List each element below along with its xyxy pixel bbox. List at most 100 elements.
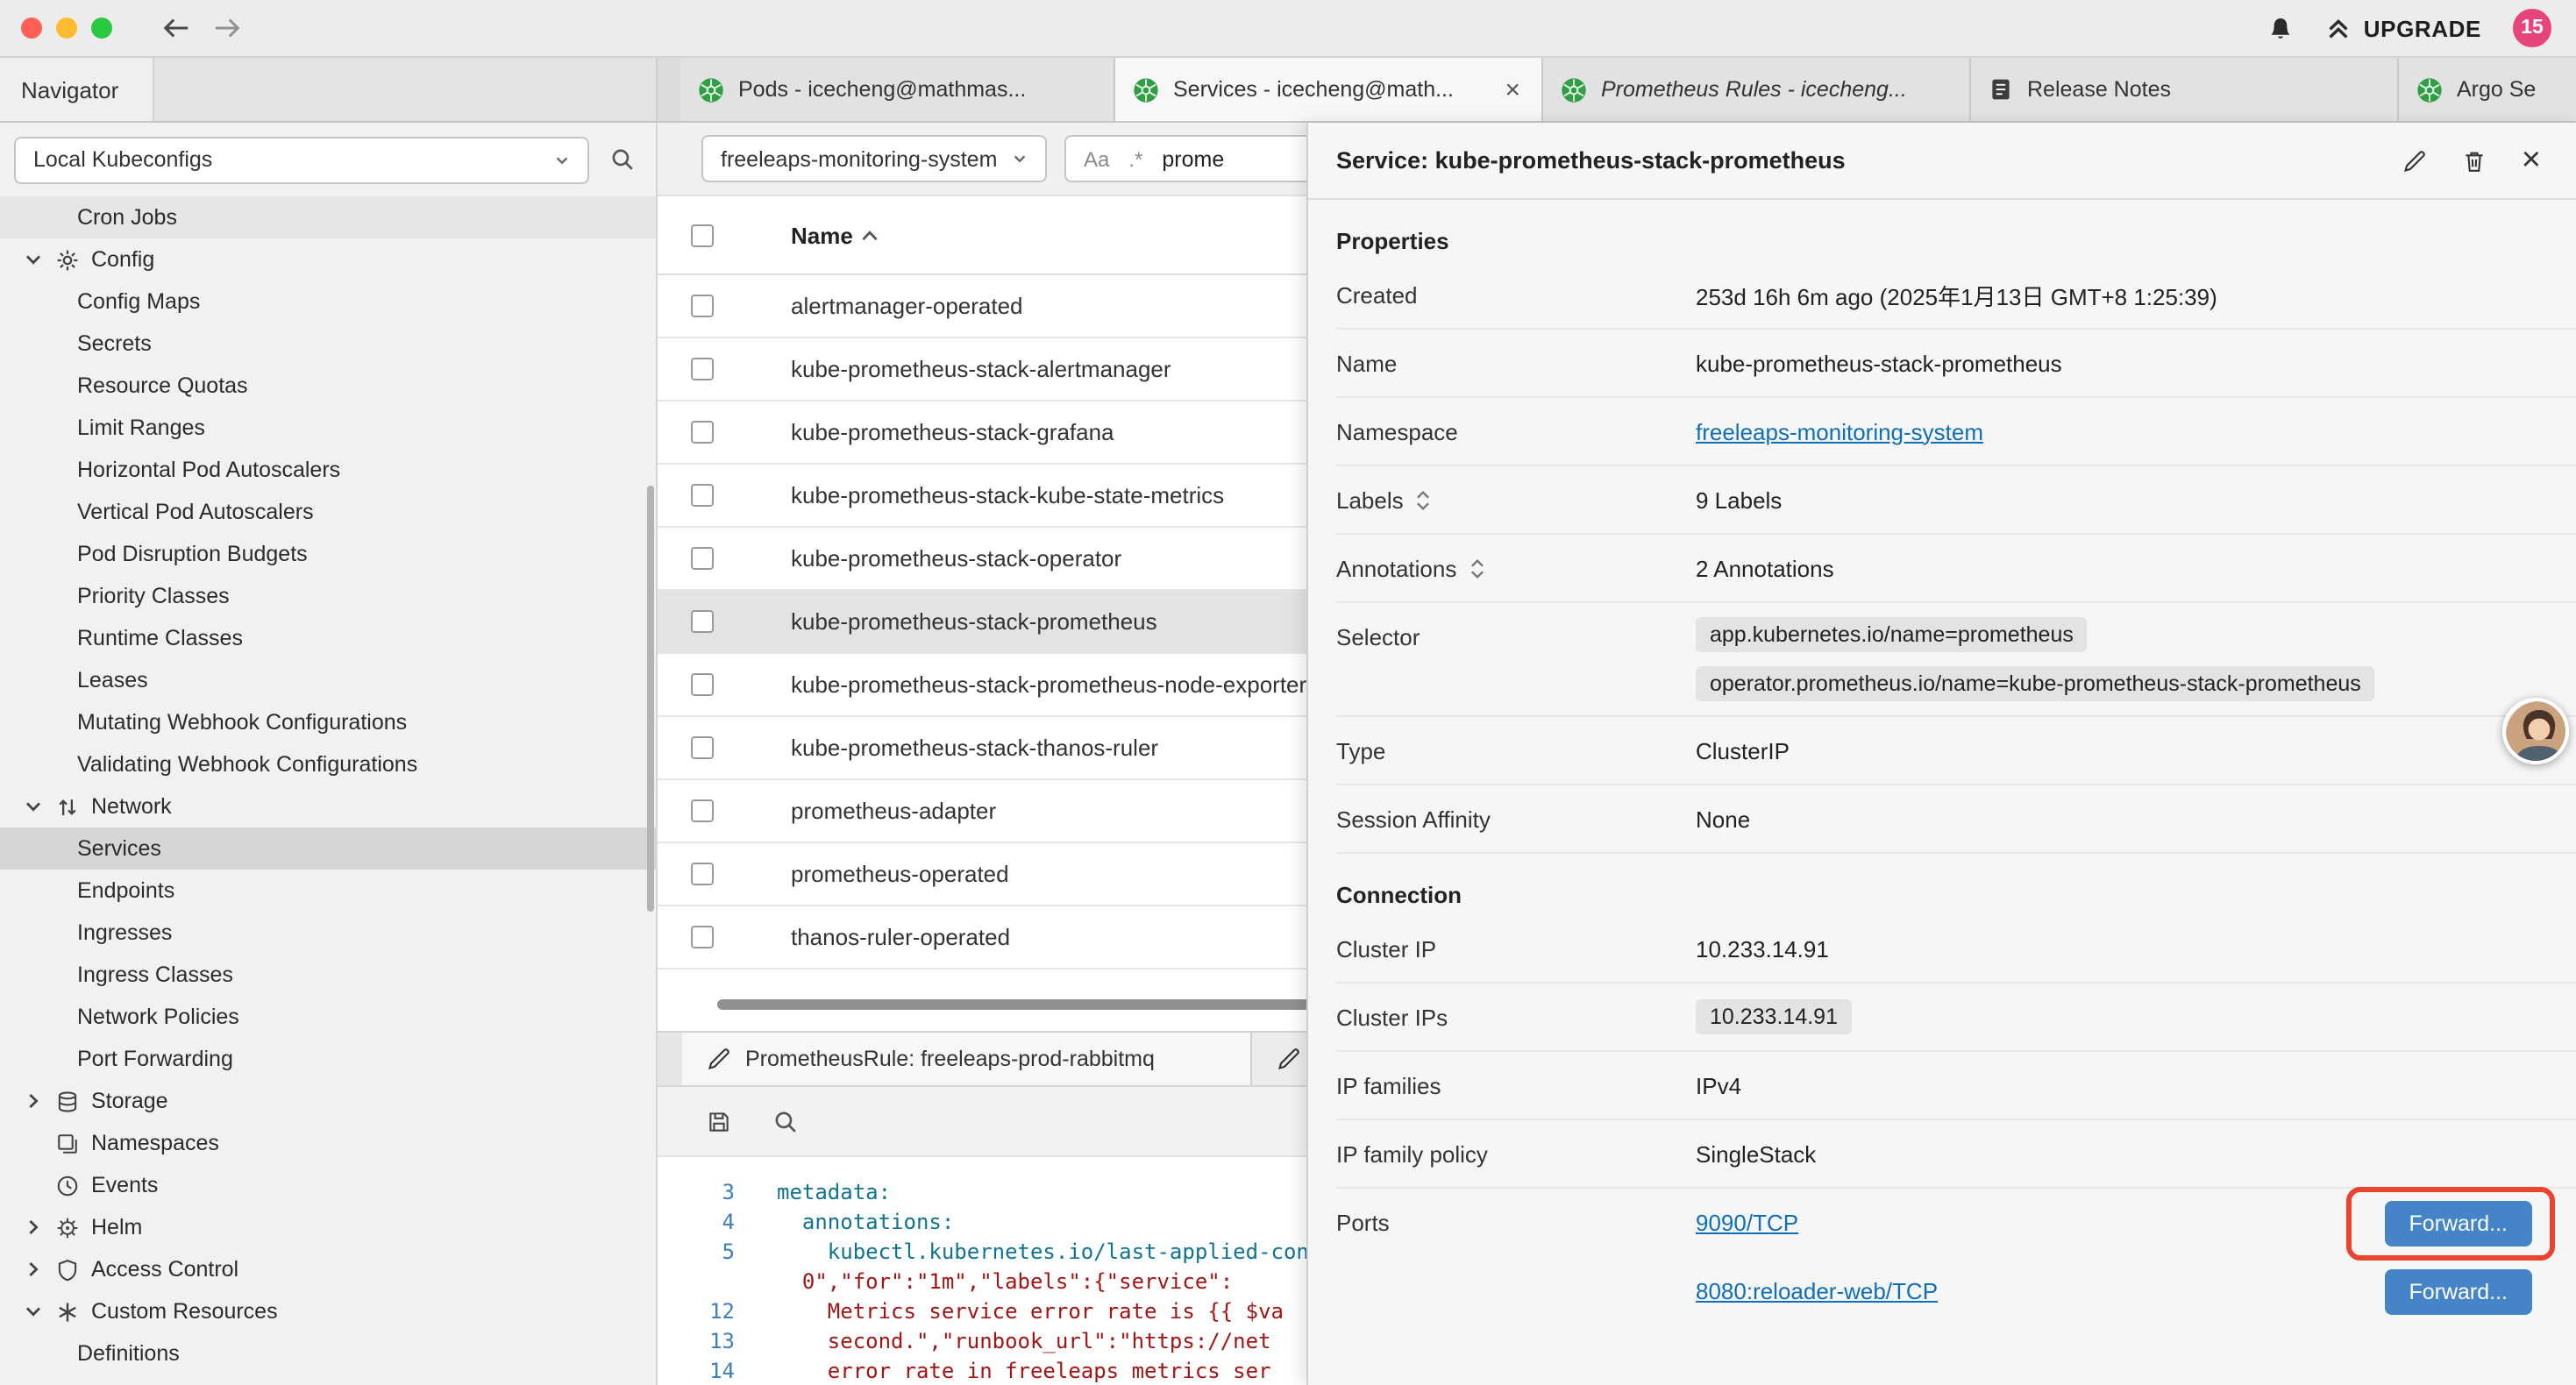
sidebar-item-services[interactable]: Services xyxy=(0,827,656,870)
sidebar-item-access-control[interactable]: Access Control xyxy=(0,1248,656,1290)
sidebar-item-port-forwarding[interactable]: Port Forwarding xyxy=(0,1038,656,1080)
sidebar-item-label: Custom Resources xyxy=(91,1299,278,1324)
row-checkbox[interactable] xyxy=(691,926,714,948)
chevron-down-icon[interactable] xyxy=(25,798,42,815)
chevron-right-icon[interactable] xyxy=(25,1218,42,1236)
chevron-down-icon[interactable] xyxy=(25,251,42,268)
sidebar-item-network[interactable]: Network xyxy=(0,785,656,827)
line-number xyxy=(658,1268,735,1297)
sort-ascending-icon[interactable] xyxy=(862,229,879,241)
sidebar-item-secrets[interactable]: Secrets xyxy=(0,323,656,365)
close-tab-icon[interactable]: × xyxy=(1501,75,1524,104)
sidebar-item-horizontal-pod-autoscalers[interactable]: Horizontal Pod Autoscalers xyxy=(0,449,656,491)
sidebar-item-ingress-classes[interactable]: Ingress Classes xyxy=(0,954,656,996)
sidebar-item-config-maps[interactable]: Config Maps xyxy=(0,281,656,323)
fullscreen-window-button[interactable] xyxy=(91,18,112,39)
tab-label: Pods - icecheng@mathmas... xyxy=(738,77,1096,102)
row-checkbox[interactable] xyxy=(691,547,714,570)
sidebar-item-label: Pod Disruption Budgets xyxy=(77,542,308,566)
sidebar-item-leases[interactable]: Leases xyxy=(0,659,656,701)
tab-prometheus-rules-icecheng[interactable]: Prometheus Rules - icecheng... xyxy=(1543,58,1971,121)
editor-search-icon[interactable] xyxy=(773,1109,798,1133)
sidebar-item-runtime-classes[interactable]: Runtime Classes xyxy=(0,617,656,659)
sidebar-item-storage[interactable]: Storage xyxy=(0,1080,656,1122)
port-link[interactable]: 8080:reloader-web/TCP xyxy=(1696,1278,1938,1304)
tab-release-notes[interactable]: Release Notes xyxy=(1971,58,2399,121)
sidebar-item-validating-webhook-configurations[interactable]: Validating Webhook Configurations xyxy=(0,743,656,785)
sort-toggle-icon[interactable] xyxy=(1416,488,1432,511)
forward-button[interactable] xyxy=(212,16,242,40)
notification-count-badge[interactable]: 15 xyxy=(2513,9,2551,47)
chevron-down-icon[interactable] xyxy=(25,1303,42,1320)
namespace-link[interactable]: freeleaps-monitoring-system xyxy=(1696,418,1983,444)
sidebar-item-priority-classes[interactable]: Priority Classes xyxy=(0,575,656,617)
row-checkbox[interactable] xyxy=(691,863,714,885)
sidebar-item-label: Cron Jobs xyxy=(77,205,177,230)
save-icon[interactable] xyxy=(707,1109,731,1133)
upgrade-button[interactable]: UPGRADE xyxy=(2325,15,2481,41)
tab-services-icecheng-math[interactable]: Services - icecheng@math...× xyxy=(1115,58,1543,121)
sidebar-item-label: Secrets xyxy=(77,331,152,356)
property-value: 9 Labels xyxy=(1696,487,2532,513)
row-checkbox[interactable] xyxy=(691,421,714,444)
row-checkbox[interactable] xyxy=(691,736,714,759)
row-checkbox[interactable] xyxy=(691,295,714,317)
dock-tab-prometheusrule[interactable]: PrometheusRule: freeleaps-prod-rabbitmq xyxy=(682,1033,1252,1085)
tab-argo-se[interactable]: Argo Se xyxy=(2399,58,2576,121)
sidebar-item-config[interactable]: Config xyxy=(0,238,656,281)
editor-line-text: 0","for":"1m","labels":{"service": xyxy=(735,1268,1233,1297)
namespace-filter-select[interactable]: freeleaps-monitoring-system xyxy=(701,135,1047,182)
sidebar-item-ingresses[interactable]: Ingresses xyxy=(0,912,656,954)
select-all-checkbox[interactable] xyxy=(691,224,714,246)
namespace-filter-value: freeleaps-monitoring-system xyxy=(721,146,997,171)
chevron-right-icon[interactable] xyxy=(25,1261,42,1278)
sidebar-search-icon[interactable] xyxy=(610,147,635,172)
badge-list: 10.233.14.91 xyxy=(1696,985,1852,1048)
navigator-tab[interactable]: Navigator xyxy=(0,58,154,121)
value-badge: operator.prometheus.io/name=kube-prometh… xyxy=(1696,666,2375,701)
sidebar-item-network-policies[interactable]: Network Policies xyxy=(0,996,656,1038)
sidebar-item-helm[interactable]: Helm xyxy=(0,1206,656,1248)
sidebar-item-cron-jobs[interactable]: Cron Jobs xyxy=(0,196,656,238)
edit-service-icon[interactable] xyxy=(2402,148,2427,173)
sort-toggle-icon[interactable] xyxy=(1469,557,1484,579)
delete-service-icon[interactable] xyxy=(2462,148,2487,173)
sidebar-item-vertical-pod-autoscalers[interactable]: Vertical Pod Autoscalers xyxy=(0,491,656,533)
row-checkbox[interactable] xyxy=(691,610,714,633)
sidebar-scrollbar[interactable] xyxy=(647,486,654,912)
close-drawer-icon[interactable]: × xyxy=(2522,144,2541,177)
sidebar-item-endpoints[interactable]: Endpoints xyxy=(0,870,656,912)
tab-pods-icecheng-mathmas[interactable]: Pods - icecheng@mathmas... xyxy=(680,58,1115,121)
property-label: IP families xyxy=(1336,1072,1696,1098)
kubeconfig-select[interactable]: Local Kubeconfigs xyxy=(14,136,589,183)
user-avatar[interactable] xyxy=(2502,698,2569,764)
sidebar-item-namespaces[interactable]: Namespaces xyxy=(0,1122,656,1164)
row-checkbox[interactable] xyxy=(691,673,714,696)
row-checkbox[interactable] xyxy=(691,484,714,507)
minimize-window-button[interactable] xyxy=(56,18,77,39)
sidebar-item-mutating-webhook-configurations[interactable]: Mutating Webhook Configurations xyxy=(0,701,656,743)
sidebar-item-custom-resources[interactable]: Custom Resources xyxy=(0,1290,656,1332)
open-tabs: Pods - icecheng@mathmas... Services - ice… xyxy=(658,58,2576,121)
chevron-right-icon[interactable] xyxy=(25,1092,42,1110)
sidebar-item-events[interactable]: Events xyxy=(0,1164,656,1206)
sidebar-item-label: Leases xyxy=(77,668,148,692)
sidebar-item-definitions[interactable]: Definitions xyxy=(0,1332,656,1374)
match-case-toggle[interactable]: Aa xyxy=(1084,146,1109,171)
close-window-button[interactable] xyxy=(21,18,42,39)
notifications-bell-icon[interactable] xyxy=(2267,15,2294,41)
sidebar-item-resource-quotas[interactable]: Resource Quotas xyxy=(0,365,656,407)
sidebar-item-pod-disruption-budgets[interactable]: Pod Disruption Budgets xyxy=(0,533,656,575)
property-row-namespace: Namespacefreeleaps-monitoring-system xyxy=(1336,398,2576,466)
property-value: 10.233.14.91 xyxy=(1696,935,2532,962)
name-column-header[interactable]: Name xyxy=(791,222,853,248)
back-button[interactable] xyxy=(161,16,191,40)
forward-button[interactable]: Forward... xyxy=(2384,1200,2532,1246)
sidebar-item-label: Definitions xyxy=(77,1341,180,1366)
row-checkbox[interactable] xyxy=(691,358,714,380)
port-link[interactable]: 9090/TCP xyxy=(1696,1210,1798,1236)
sidebar-item-limit-ranges[interactable]: Limit Ranges xyxy=(0,407,656,449)
row-checkbox[interactable] xyxy=(691,799,714,822)
forward-button[interactable]: Forward... xyxy=(2384,1268,2532,1314)
regex-toggle[interactable]: .* xyxy=(1128,146,1142,171)
